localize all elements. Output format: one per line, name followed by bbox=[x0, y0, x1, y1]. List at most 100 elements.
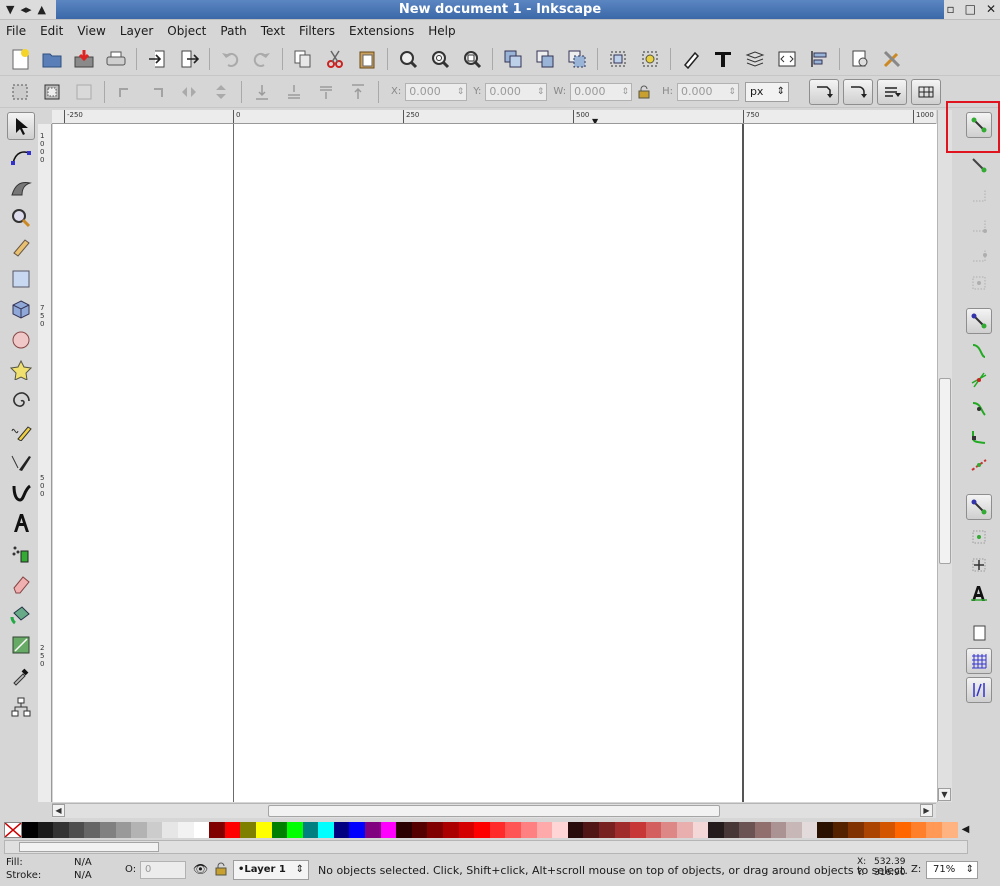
snap-object-centers-button[interactable] bbox=[966, 524, 992, 550]
color-swatch[interactable] bbox=[598, 822, 615, 838]
maximize-up-icon[interactable]: ▲ bbox=[38, 3, 46, 16]
w-field[interactable]: 0.000 bbox=[570, 82, 633, 101]
color-swatch[interactable] bbox=[942, 822, 958, 838]
color-swatch[interactable] bbox=[287, 822, 303, 838]
color-swatch[interactable] bbox=[536, 822, 553, 838]
unit-select[interactable]: px bbox=[744, 81, 789, 102]
menu-path[interactable]: Path bbox=[220, 24, 246, 38]
rectangle-tool[interactable] bbox=[7, 265, 35, 293]
y-field[interactable]: 0.000 bbox=[485, 82, 548, 101]
ellipse-tool[interactable] bbox=[7, 326, 35, 354]
new-document-button[interactable] bbox=[6, 46, 34, 72]
color-swatch[interactable] bbox=[193, 822, 210, 838]
xml-editor-button[interactable] bbox=[773, 46, 801, 72]
color-swatch[interactable] bbox=[162, 822, 178, 838]
color-swatch[interactable] bbox=[739, 822, 755, 838]
color-swatch[interactable] bbox=[801, 822, 818, 838]
palette-scroll-thumb[interactable] bbox=[19, 842, 159, 852]
color-swatch[interactable] bbox=[786, 822, 802, 838]
star-tool[interactable] bbox=[7, 356, 35, 384]
flip-vertical-icon[interactable] bbox=[207, 79, 235, 105]
ungroup-button[interactable] bbox=[636, 46, 664, 72]
snap-cusp-nodes-button[interactable] bbox=[966, 396, 992, 422]
redo-button[interactable] bbox=[248, 46, 276, 72]
copy-button[interactable] bbox=[289, 46, 317, 72]
text-tool[interactable] bbox=[7, 509, 35, 537]
color-swatch[interactable] bbox=[661, 822, 677, 838]
color-swatch[interactable] bbox=[37, 822, 54, 838]
color-swatch[interactable] bbox=[567, 822, 584, 838]
zoom-field[interactable]: 71% bbox=[926, 861, 978, 879]
color-swatch[interactable] bbox=[99, 822, 116, 838]
transform-patterns-toggle[interactable] bbox=[910, 78, 941, 105]
open-button[interactable] bbox=[38, 46, 66, 72]
layers-button[interactable] bbox=[741, 46, 769, 72]
color-swatch[interactable] bbox=[754, 822, 771, 838]
color-swatch[interactable] bbox=[146, 822, 163, 838]
color-swatch[interactable] bbox=[22, 822, 38, 838]
color-swatch[interactable] bbox=[224, 822, 241, 838]
window-menu-icon[interactable]: ▼ bbox=[6, 3, 14, 16]
color-swatch[interactable] bbox=[131, 822, 147, 838]
text-font-button[interactable] bbox=[709, 46, 737, 72]
window-menu-controls[interactable]: ▼ ◂▸ ▲ bbox=[6, 3, 46, 16]
color-swatch[interactable] bbox=[676, 822, 693, 838]
menu-edit[interactable]: Edit bbox=[40, 24, 63, 38]
paste-button[interactable] bbox=[353, 46, 381, 72]
preferences-button[interactable] bbox=[878, 46, 906, 72]
cut-button[interactable] bbox=[321, 46, 349, 72]
color-swatch[interactable] bbox=[864, 822, 880, 838]
color-swatch[interactable] bbox=[396, 822, 412, 838]
color-swatch[interactable] bbox=[458, 822, 475, 838]
connector-tool[interactable] bbox=[7, 693, 35, 721]
no-paint-swatch[interactable] bbox=[4, 822, 22, 838]
fill-stroke-button[interactable] bbox=[677, 46, 705, 72]
node-tool[interactable] bbox=[7, 143, 35, 171]
calligraphy-tool[interactable] bbox=[7, 478, 35, 506]
export-button[interactable] bbox=[175, 46, 203, 72]
horizontal-scroll-thumb[interactable] bbox=[268, 805, 720, 817]
h-field[interactable]: 0.000 bbox=[676, 82, 739, 101]
vertical-scrollbar[interactable]: ▼ bbox=[937, 110, 952, 802]
color-swatch[interactable] bbox=[770, 822, 787, 838]
flip-horizontal-icon[interactable] bbox=[175, 79, 203, 105]
zoom-drawing-button[interactable] bbox=[426, 46, 454, 72]
eraser-tool[interactable] bbox=[7, 570, 35, 598]
snap-bbox-centers-button[interactable] bbox=[966, 270, 992, 296]
color-swatch[interactable] bbox=[614, 822, 631, 838]
scroll-left-arrow[interactable]: ◀ bbox=[52, 804, 65, 817]
color-swatch[interactable] bbox=[583, 822, 599, 838]
snap-rotation-center-button[interactable] bbox=[966, 552, 992, 578]
3d-box-tool[interactable] bbox=[7, 295, 35, 323]
snap-bbox-corners-button[interactable] bbox=[966, 212, 992, 238]
snap-nodes-button[interactable] bbox=[966, 308, 992, 334]
color-swatch[interactable] bbox=[177, 822, 194, 838]
menu-layer[interactable]: Layer bbox=[120, 24, 153, 38]
import-button[interactable] bbox=[143, 46, 171, 72]
x-field[interactable]: 0.000 bbox=[405, 82, 468, 101]
color-swatch[interactable] bbox=[240, 822, 256, 838]
transform-gradients-toggle[interactable] bbox=[876, 78, 907, 105]
pencil-tool[interactable] bbox=[7, 417, 35, 445]
horizontal-ruler[interactable]: -250 0 250 500 750 1000 ▼ bbox=[52, 110, 936, 124]
print-button[interactable] bbox=[102, 46, 130, 72]
scroll-right-arrow[interactable]: ▶ bbox=[920, 804, 933, 817]
document-properties-button[interactable] bbox=[846, 46, 874, 72]
snap-bbox-midpoints-button[interactable] bbox=[966, 242, 992, 268]
palette-menu-icon[interactable]: ◀ bbox=[962, 822, 976, 838]
color-swatch[interactable] bbox=[926, 822, 943, 838]
snap-grid-button[interactable] bbox=[966, 648, 992, 674]
unlink-clone-button[interactable] bbox=[563, 46, 591, 72]
shade-icon[interactable]: ◂▸ bbox=[20, 3, 31, 16]
duplicate-button[interactable] bbox=[499, 46, 527, 72]
minimize-icon[interactable]: ▫ bbox=[946, 2, 954, 16]
color-swatch[interactable] bbox=[848, 822, 865, 838]
color-swatch[interactable] bbox=[895, 822, 911, 838]
color-swatch[interactable] bbox=[53, 822, 69, 838]
snap-paths-button[interactable] bbox=[966, 338, 992, 364]
snap-others-button[interactable] bbox=[966, 494, 992, 520]
paint-bucket-tool[interactable] bbox=[7, 601, 35, 629]
menu-filters[interactable]: Filters bbox=[299, 24, 335, 38]
spray-tool[interactable] bbox=[7, 540, 35, 568]
color-swatch[interactable] bbox=[505, 822, 521, 838]
